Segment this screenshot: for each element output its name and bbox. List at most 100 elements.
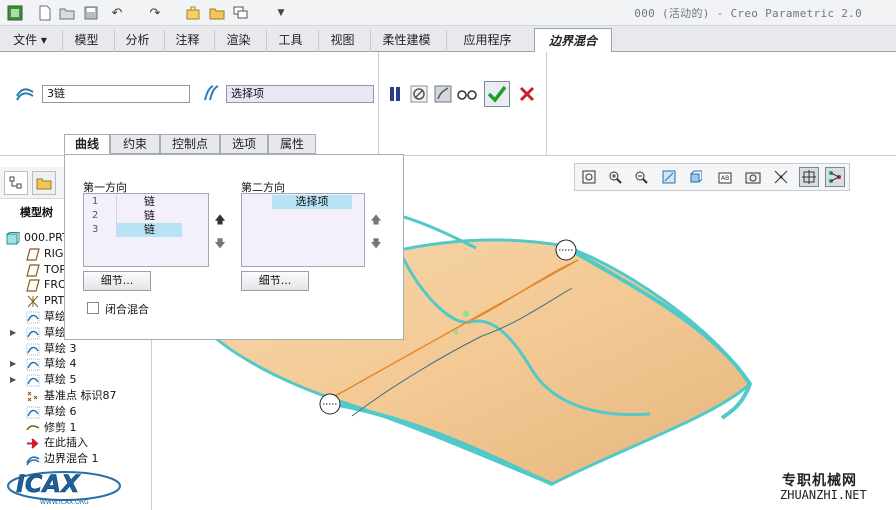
second-direction-collector[interactable]: 选择项	[226, 85, 374, 103]
sketch-icon	[26, 343, 40, 356]
tab-model[interactable]: 模型	[62, 30, 110, 52]
folder-icon[interactable]	[208, 4, 226, 22]
expand-arrow-icon[interactable]: ▶	[10, 356, 16, 372]
zoom-out-icon[interactable]	[631, 167, 651, 187]
no-preview-icon[interactable]	[408, 83, 430, 105]
site-name-watermark: 专职机械网	[782, 473, 857, 489]
list-item[interactable]: 2 链	[84, 209, 184, 223]
tab-file-label: 文件	[13, 33, 38, 47]
ok-check-icon[interactable]	[484, 81, 510, 107]
logo-text: ICAX	[16, 470, 81, 498]
drag-handle-top[interactable]	[555, 239, 577, 261]
datum-display-icon[interactable]	[771, 167, 791, 187]
view-manager-icon[interactable]	[743, 167, 763, 187]
second-direction-icon	[200, 82, 222, 104]
first-direction-list[interactable]: 1 链 2 链 3 链	[83, 193, 209, 267]
tab-view[interactable]: 视图	[318, 30, 366, 52]
move-down-icon[interactable]: 🡇	[213, 235, 227, 254]
details-button-first[interactable]: 细节...	[83, 271, 151, 291]
tab-constraints[interactable]: 约束	[110, 134, 160, 154]
verify-glasses-icon[interactable]	[456, 83, 478, 105]
tab-file[interactable]: 文件 ▾	[4, 30, 56, 52]
tab-flexible-modeling[interactable]: 柔性建模	[370, 30, 442, 52]
saved-views-icon[interactable]: AB	[715, 167, 735, 187]
annotation-display-icon[interactable]	[825, 167, 845, 187]
tab-boundary-blend[interactable]: 边界混合	[534, 28, 612, 53]
tab-properties[interactable]: 属性	[268, 134, 316, 154]
tree-item[interactable]: ▶ 草绘 4	[0, 356, 152, 372]
regenerate-icon[interactable]	[184, 4, 202, 22]
model-tree-icon[interactable]	[4, 171, 28, 195]
new-icon[interactable]	[36, 4, 54, 22]
green-point-icon	[463, 311, 469, 317]
sketch-icon	[26, 406, 40, 419]
sketch-icon	[26, 374, 40, 387]
geometry-preview-icon[interactable]	[432, 83, 454, 105]
display-style-icon[interactable]	[685, 167, 705, 187]
move-up-icon[interactable]: 🡅	[213, 211, 227, 230]
zoom-in-icon[interactable]	[605, 167, 625, 187]
row-number: 2	[92, 210, 99, 221]
tab-render[interactable]: 渲染	[214, 30, 262, 52]
undo-icon[interactable]: ↶	[108, 4, 126, 22]
tree-item[interactable]: 草绘 6	[0, 404, 152, 420]
move-down-icon-2[interactable]: 🡇	[369, 235, 383, 254]
refit-icon[interactable]	[579, 167, 599, 187]
tab-curves[interactable]: 曲线	[64, 134, 110, 154]
datum-plane-icon	[26, 279, 40, 292]
open-icon[interactable]	[58, 4, 76, 22]
ribbon-tabs: 文件 ▾ 模型 分析 注释 渲染 工具 视图 柔性建模 应用程序 边界混合	[0, 26, 896, 53]
tree-item[interactable]: 在此插入	[0, 435, 152, 451]
list-item-selected[interactable]: 选择项	[272, 195, 352, 209]
details-button-second[interactable]: 细节...	[241, 271, 309, 291]
spin-center-icon[interactable]	[799, 167, 819, 187]
first-direction-icon	[14, 82, 36, 104]
insert-here-icon	[26, 437, 40, 450]
tab-annotate[interactable]: 注释	[164, 30, 210, 52]
tab-applications[interactable]: 应用程序	[446, 30, 528, 52]
second-direction-list[interactable]: 选择项	[241, 193, 365, 267]
redo-icon[interactable]: ↷	[146, 4, 164, 22]
trim-icon	[26, 422, 40, 435]
closed-blend-checkbox[interactable]	[87, 302, 99, 314]
datum-plane-icon	[26, 263, 40, 277]
tree-item-label: 草绘 3	[44, 341, 77, 355]
drag-handle-bottom[interactable]	[319, 393, 341, 415]
tree-item[interactable]: ▶ 草绘 5	[0, 372, 152, 388]
datum-point-icon	[26, 390, 40, 403]
tab-tools[interactable]: 工具	[266, 30, 314, 52]
ribbon-separator-2	[546, 52, 547, 156]
move-up-icon-2[interactable]: 🡅	[369, 211, 383, 230]
repaint-icon[interactable]	[659, 167, 679, 187]
windows-icon[interactable]	[232, 4, 250, 22]
tree-item-label: TOP	[44, 262, 67, 276]
folder-browser-icon[interactable]	[32, 171, 56, 195]
list-item-selected[interactable]: 3 链	[84, 223, 184, 237]
first-direction-collector[interactable]: 3链	[42, 85, 190, 103]
save-icon[interactable]	[82, 4, 100, 22]
part-icon	[6, 232, 20, 245]
tree-item[interactable]: 草绘 3	[0, 341, 152, 357]
tree-item-label: 草绘 5	[44, 373, 77, 387]
tree-item-label: 修剪 1	[44, 420, 77, 434]
tab-control-points[interactable]: 控制点	[160, 134, 220, 154]
pause-icon[interactable]	[384, 83, 406, 105]
icax-logo: ICAX WWW.ICAX.ORG	[4, 462, 124, 506]
tab-analysis[interactable]: 分析	[114, 30, 160, 52]
curves-panel: 第一方向 1 链 2 链 3 链 🡅 🡇 第二方向 选择项 🡅 🡇 细节... …	[64, 154, 404, 340]
tree-item-label: 000.PRT	[24, 231, 69, 244]
ribbon-separator	[378, 52, 379, 156]
app-icon[interactable]	[6, 4, 24, 22]
tab-options[interactable]: 选项	[220, 134, 268, 154]
customize-icon[interactable]: ▼	[272, 4, 290, 22]
row-value: 链	[116, 209, 182, 223]
model-tree-title: 模型树	[20, 206, 53, 219]
csys-icon	[26, 295, 40, 308]
list-item[interactable]: 1 链	[84, 195, 184, 209]
logo-url: WWW.ICAX.ORG	[40, 499, 89, 506]
expand-arrow-icon[interactable]: ▶	[10, 325, 16, 341]
tree-item[interactable]: 修剪 1	[0, 420, 152, 436]
tree-item[interactable]: 基准点 标识87	[0, 388, 152, 404]
cancel-x-icon[interactable]	[516, 83, 538, 105]
expand-arrow-icon[interactable]: ▶	[10, 372, 16, 388]
